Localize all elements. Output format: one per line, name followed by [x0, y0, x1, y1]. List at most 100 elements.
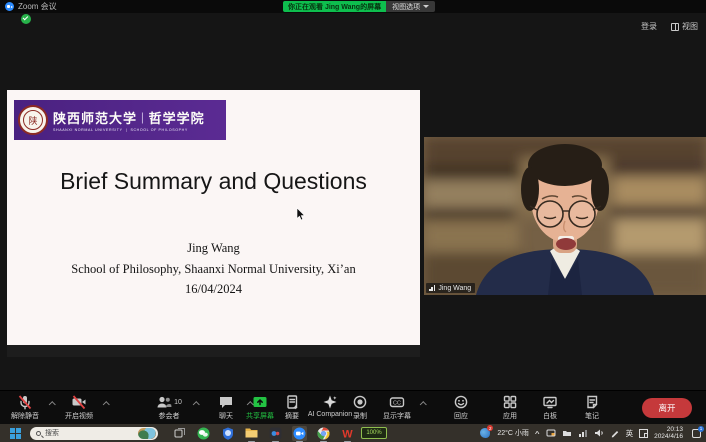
pen-icon[interactable]: [610, 428, 620, 438]
toolbar-item-label: 解除静音: [11, 411, 39, 421]
toolbar-apps-button[interactable]: 应用: [492, 394, 528, 422]
weather-text[interactable]: 22°C 小雨: [497, 428, 529, 438]
zoom-app-icon: [5, 2, 14, 11]
toolbar-item-label: 应用: [503, 411, 517, 421]
screenshot-tool-icon[interactable]: [546, 428, 556, 438]
toolbar-item-label: 共享屏幕: [246, 411, 274, 421]
taskbar-app-files-yellow[interactable]: [244, 426, 259, 441]
security-shield-icon[interactable]: [21, 14, 31, 24]
chat-icon: [218, 394, 234, 410]
toolbar-mic-muted-button[interactable]: 解除静音: [2, 394, 48, 422]
share-bottom-strip: [7, 345, 420, 357]
participants-icon: 10: [156, 394, 182, 410]
search-icon: [36, 431, 41, 436]
toolbar-item-label: 笔记: [585, 411, 599, 421]
ime-language-indicator[interactable]: 英: [626, 428, 634, 439]
folder-tray-icon[interactable]: [562, 428, 572, 438]
title-bar: Zoom 会议 你正在观看 Jing Wang的屏幕 视图选项: [0, 0, 706, 13]
screen-share-banner: 你正在观看 Jing Wang的屏幕 视图选项: [283, 1, 435, 12]
ime-mode-icon[interactable]: [639, 429, 648, 438]
toolbar-item-label: 白板: [543, 411, 557, 421]
toolbar-notes-button[interactable]: 笔记: [574, 394, 610, 422]
summary-icon: [284, 394, 300, 410]
toolbar-item-label: 显示字幕: [383, 411, 411, 421]
volume-icon[interactable]: [594, 428, 604, 438]
slide-byline: Jing Wang School of Philosophy, Shaanxi …: [7, 238, 420, 300]
chevron-up-icon[interactable]: [104, 401, 109, 406]
record-icon: [352, 394, 368, 410]
taskbar-app-app-dark[interactable]: [268, 426, 283, 441]
toolbar-record-button[interactable]: 录制: [342, 394, 378, 422]
toolbar-reactions-button[interactable]: 回应: [443, 394, 479, 422]
toolbar-item-label: 摘要: [285, 411, 299, 421]
zoom-meeting-window: Zoom 会议 你正在观看 Jing Wang的屏幕 视图选项 登录 视图 陕 …: [0, 0, 706, 442]
view-grid-icon: [671, 23, 679, 31]
network-icon[interactable]: [578, 428, 588, 438]
participant-video[interactable]: Jing Wang: [424, 137, 706, 295]
taskbar-app-security-shield[interactable]: [220, 426, 235, 441]
slide-date: 16/04/2024: [7, 279, 420, 300]
video-off-icon: [71, 394, 87, 410]
university-text: 陕西师范大学 | 哲学学院 SHAANXI NORMAL UNIVERSITY …: [53, 108, 205, 133]
toolbar-captions-button[interactable]: CC显示字幕: [375, 394, 419, 422]
university-cn: 陕西师范大学: [53, 108, 137, 127]
login-label: 登录: [641, 21, 657, 32]
battery-widget[interactable]: 100%: [361, 427, 387, 439]
system-tray: 2 22°C 小雨 ^ 英 20:13 2024/4/16 1: [479, 424, 706, 442]
slide-affiliation: School of Philosophy, Shaanxi Normal Uni…: [7, 259, 420, 280]
login-button[interactable]: 登录: [641, 21, 657, 32]
toolbar-item-label: 参会者: [159, 411, 180, 421]
top-right-controls: 登录 视图: [641, 21, 698, 32]
search-highlight-icon: [138, 428, 156, 439]
school-cn: 哲学学院: [149, 108, 205, 127]
taskbar-clock[interactable]: 20:13 2024/4/16: [654, 426, 683, 441]
toolbar-item-label: 聊天: [219, 411, 233, 421]
school-en: SCHOOL OF PHILOSOPHY: [130, 128, 187, 132]
slide-title: Brief Summary and Questions: [7, 168, 420, 195]
notes-icon: [584, 394, 600, 410]
taskbar-app-zoom[interactable]: [292, 426, 307, 441]
ai-companion-icon: [322, 394, 338, 410]
watching-banner-text: 你正在观看 Jing Wang的屏幕: [283, 1, 386, 12]
toolbar-whiteboard-button[interactable]: 白板: [532, 394, 568, 422]
participant-name: Jing Wang: [438, 285, 471, 292]
clock-time: 20:13: [654, 426, 683, 434]
taskbar-app-chrome[interactable]: [316, 426, 331, 441]
taskbar-apps: W: [172, 426, 355, 441]
toolbar-participants-button[interactable]: 10 参会者: [146, 394, 192, 422]
leave-meeting-button[interactable]: 离开: [642, 398, 692, 418]
whiteboard-icon: [542, 394, 558, 410]
slide-author: Jing Wang: [7, 238, 420, 259]
university-name-cn: 陕西师范大学 | 哲学学院: [53, 108, 205, 127]
participants-count: 10: [174, 399, 182, 406]
chevron-up-icon[interactable]: [421, 401, 426, 406]
participant-nametag: Jing Wang: [426, 283, 475, 293]
notification-center-icon[interactable]: 1: [691, 428, 702, 439]
taskbar-app-wps[interactable]: W: [340, 426, 355, 441]
tray-expand-chevron[interactable]: ^: [535, 429, 540, 436]
view-options-button[interactable]: 视图选项: [386, 1, 435, 12]
reactions-icon: [453, 394, 469, 410]
view-options-label: 视图选项: [392, 2, 420, 12]
share-screen-icon: [252, 394, 268, 410]
windows-taskbar: 搜索 W 100% 2 22°C 小雨 ^ 英 20:13 2024/4/16 …: [0, 424, 706, 442]
chevron-up-icon[interactable]: [194, 401, 199, 406]
university-name-en: SHAANXI NORMAL UNIVERSITY | SCHOOL OF PH…: [53, 128, 205, 132]
taskbar-app-wechat[interactable]: [196, 426, 211, 441]
university-seal-icon: 陕: [18, 105, 48, 135]
weather-icon[interactable]: 2: [479, 427, 491, 439]
toolbar-item-label: 开启视频: [65, 411, 93, 421]
search-label: 搜索: [45, 428, 138, 438]
seal-character: 陕: [23, 110, 43, 130]
university-banner: 陕 陕西师范大学 | 哲学学院 SHAANXI NORMAL UNIVERSIT…: [14, 100, 226, 140]
toolbar-video-off-button[interactable]: 开启视频: [56, 394, 102, 422]
taskbar-search[interactable]: 搜索: [30, 427, 158, 440]
svg-text:W: W: [342, 428, 353, 440]
start-button[interactable]: [9, 427, 22, 440]
view-button[interactable]: 视图: [671, 21, 698, 32]
university-en: SHAANXI NORMAL UNIVERSITY: [53, 128, 123, 132]
mouse-cursor: [296, 208, 305, 221]
toolbar-item-label: 录制: [353, 411, 367, 421]
taskbar-app-task-view[interactable]: [172, 426, 187, 441]
chevron-up-icon[interactable]: [50, 401, 55, 406]
